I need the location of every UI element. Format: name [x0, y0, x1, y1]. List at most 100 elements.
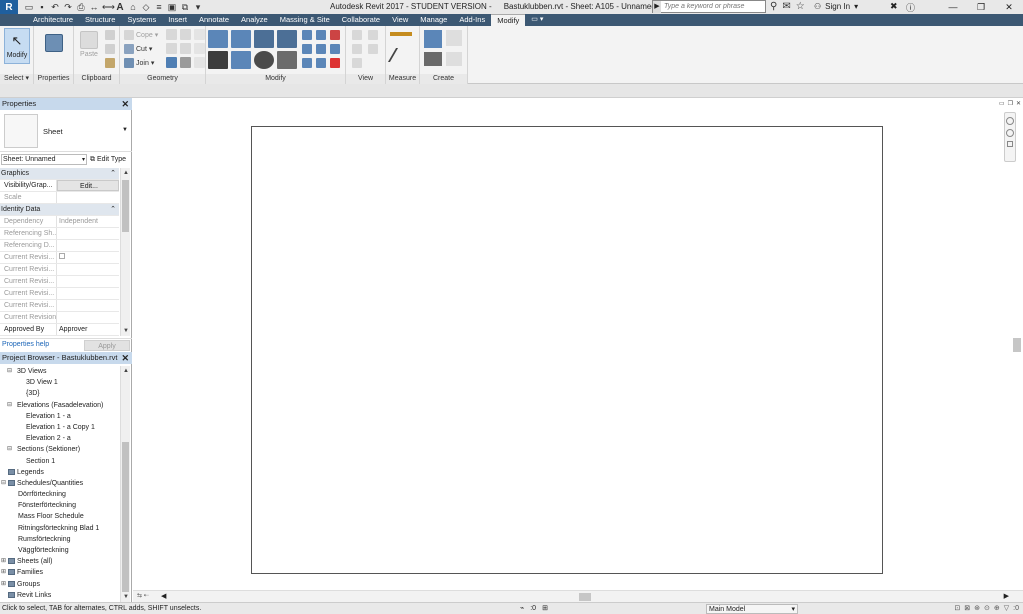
tree-node[interactable]: 3D View 1 [0, 377, 120, 388]
tree-node[interactable]: ⊞ Families [0, 567, 120, 578]
pin-icon[interactable] [330, 44, 340, 54]
exchange-apps-icon[interactable]: ✖ [890, 1, 898, 12]
drag-elements-icon[interactable]: ⊕ [994, 603, 1000, 614]
paint-icon[interactable] [180, 29, 191, 40]
tree-node[interactable]: {3D} [0, 388, 120, 399]
expand-icon[interactable]: ⊞ [1, 556, 6, 567]
instance-filter-select[interactable]: Sheet: Unnamed ▾ [1, 154, 87, 165]
tree-node[interactable]: Väggförteckning [0, 545, 120, 556]
tab-architecture[interactable]: Architecture [27, 14, 79, 26]
scroll-up-icon[interactable]: ▲ [121, 168, 131, 178]
delete-icon[interactable] [330, 58, 340, 68]
tree-node[interactable]: Elevation 1 - a [0, 411, 120, 422]
geometry-misc-icon[interactable] [194, 57, 205, 68]
remove-paint-icon[interactable] [194, 29, 205, 40]
linework-icon[interactable] [352, 44, 362, 54]
collapse-icon[interactable]: ⊟ [7, 444, 12, 455]
collapse-icon[interactable]: ⊟ [1, 478, 6, 489]
trim-extend-icon[interactable] [277, 51, 297, 69]
property-value[interactable] [57, 192, 119, 203]
tree-node[interactable]: Fönsterförteckning [0, 500, 120, 511]
tab-massing-site[interactable]: Massing & Site [274, 14, 336, 26]
tree-node[interactable]: ⊞ Groups [0, 579, 120, 590]
drawing-canvas[interactable]: ▭ ❐ ✕ ⇆ ⇠ ◀ ▶ [133, 98, 1023, 602]
undo-icon[interactable]: ↶ [50, 2, 60, 12]
section-icon[interactable]: ◇ [141, 2, 151, 12]
offset-icon[interactable] [231, 30, 251, 48]
search-input[interactable] [661, 3, 765, 10]
properties-button[interactable] [41, 28, 67, 64]
tab-systems[interactable]: Systems [121, 14, 162, 26]
property-value[interactable]: Approver [57, 324, 119, 335]
tab-modify[interactable]: Modify [491, 14, 526, 26]
tree-node[interactable]: ⊟ Sections (Sektioner) [0, 444, 120, 455]
help-icon[interactable]: ⓘ [906, 1, 915, 14]
tab-structure[interactable]: Structure [79, 14, 121, 26]
close-hidden-icon[interactable]: ▣ [167, 2, 177, 12]
tab-add-ins[interactable]: Add-Ins [453, 14, 491, 26]
view-control-bar-icon[interactable]: ⇆ ⇠ [137, 592, 149, 599]
tree-node[interactable]: ⊟ Schedules/Quantities [0, 478, 120, 489]
tab-manage[interactable]: Manage [414, 14, 453, 26]
tree-node[interactable]: Rumsförteckning [0, 534, 120, 545]
edit-type-button[interactable]: ⧉ Edit Type [90, 154, 126, 165]
trim-single-icon[interactable] [302, 58, 312, 68]
sign-in-button[interactable]: ⚇ Sign In ▾ [814, 2, 858, 11]
restore-icon[interactable]: ❐ [967, 0, 995, 14]
scroll-thumb[interactable] [122, 180, 129, 232]
tree-node[interactable]: Revit Links [0, 590, 120, 601]
tab-annotate[interactable]: Annotate [193, 14, 235, 26]
aligned-dimension-icon[interactable] [387, 48, 415, 62]
canvas-vertical-scrollbar[interactable] [1011, 98, 1023, 602]
move-icon[interactable] [208, 51, 228, 69]
scroll-down-icon[interactable]: ▼ [121, 326, 131, 336]
array-icon[interactable] [302, 44, 312, 54]
scroll-up-icon[interactable]: ▲ [121, 366, 131, 376]
wall-joins-icon[interactable] [166, 43, 177, 54]
mirror-draw-icon[interactable] [277, 30, 297, 48]
tree-node[interactable]: Section 1 [0, 456, 120, 467]
group-header-graphics[interactable]: Graphics ⌃ [0, 168, 119, 180]
thin-lines-icon[interactable]: ≡ [154, 2, 164, 12]
visibility-edit-button[interactable]: Edit... [57, 180, 119, 191]
apply-button[interactable]: Apply [84, 340, 130, 351]
split-gap-icon[interactable] [316, 30, 326, 40]
wrench-icon[interactable] [180, 57, 191, 68]
close-icon[interactable]: ✕ [121, 352, 129, 364]
editing-requests-icon[interactable]: ⊞ [542, 603, 548, 614]
scale-icon[interactable] [316, 44, 326, 54]
communication-icon[interactable]: ✉ [782, 1, 790, 12]
tab-view[interactable]: View [386, 14, 414, 26]
create-assembly-icon[interactable] [424, 30, 442, 48]
create-group-icon[interactable] [424, 52, 442, 66]
split-element-icon[interactable] [302, 30, 312, 40]
tab-analyze[interactable]: Analyze [235, 14, 274, 26]
tree-node[interactable]: Legends [0, 467, 120, 478]
measure-tool-icon[interactable] [390, 32, 412, 36]
properties-help-link[interactable]: Properties help [2, 341, 49, 348]
view-misc-icon[interactable] [368, 44, 378, 54]
group-header-identity-data[interactable]: Identity Data ⌃ [0, 204, 119, 216]
switch-windows-icon[interactable]: ⧉ [180, 2, 190, 12]
dimension-icon[interactable]: ⟷ [102, 2, 115, 12]
filter-icon[interactable]: ▽ [1004, 603, 1009, 614]
copy-icon[interactable] [105, 30, 115, 40]
close-icon[interactable]: ✕ [121, 98, 129, 110]
favorites-star-icon[interactable]: ☆ [796, 1, 805, 12]
scroll-thumb[interactable] [579, 593, 591, 601]
mirror-axis-icon[interactable] [254, 30, 274, 48]
open-icon[interactable]: ▭ [24, 2, 34, 12]
ribbon-minimize-icon[interactable]: ▭ ▾ [525, 14, 549, 26]
select-by-face-icon[interactable]: ⊙ [984, 603, 990, 614]
scroll-down-icon[interactable]: ▼ [121, 592, 131, 602]
tree-node[interactable]: Dörrförteckning [0, 489, 120, 500]
search-expand-icon[interactable]: ▶ [653, 0, 661, 13]
revit-logo-button[interactable]: R [0, 0, 18, 14]
view-minimize-icon[interactable]: ▭ [999, 100, 1005, 107]
browser-scrollbar[interactable]: ▲ ▼ [120, 366, 130, 602]
tab-collaborate[interactable]: Collaborate [336, 14, 386, 26]
rotate-icon[interactable] [254, 51, 274, 69]
measure-icon[interactable]: ↔ [89, 2, 99, 12]
select-pinned-icon[interactable]: ⊛ [974, 603, 980, 614]
expand-icon[interactable]: ⊞ [1, 567, 6, 578]
